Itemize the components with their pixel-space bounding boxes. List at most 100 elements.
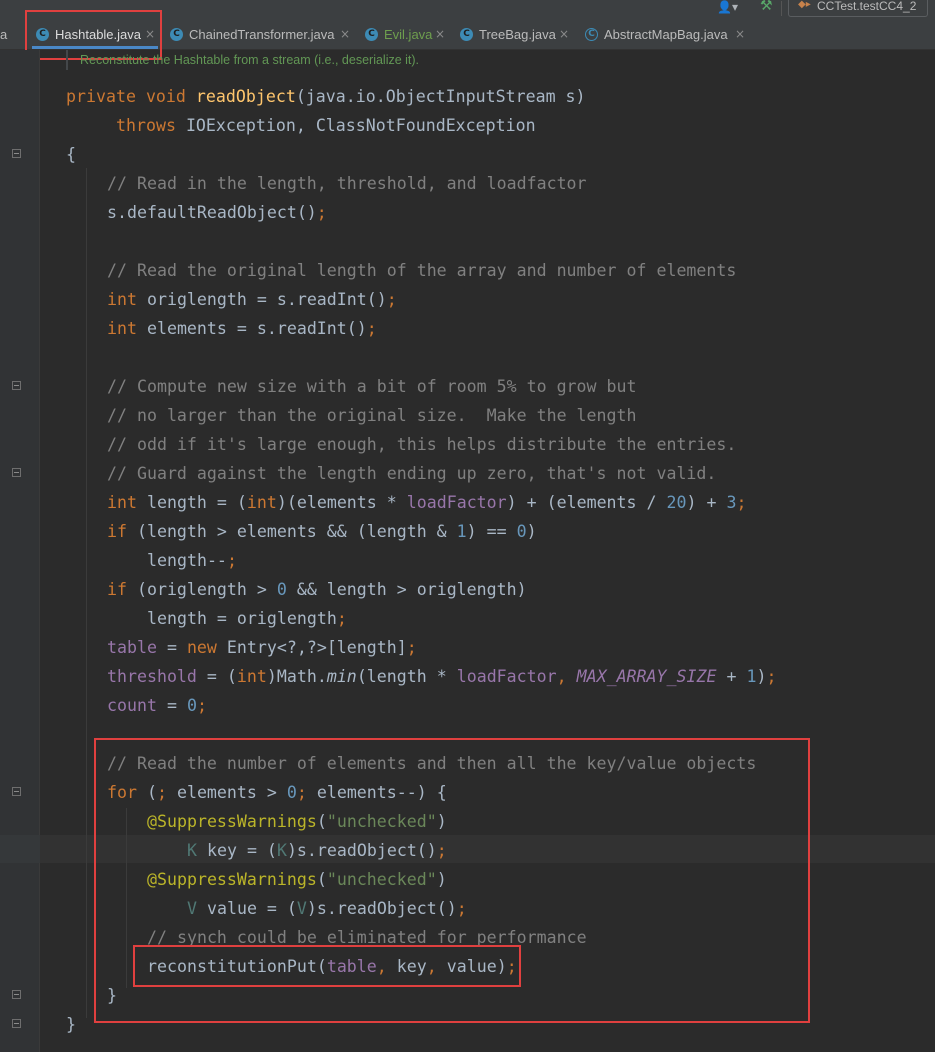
- semicolon: ;: [226, 551, 237, 570]
- doc-hint-bar: [66, 50, 68, 70]
- keyword: if: [107, 522, 127, 541]
- number: 0: [516, 522, 527, 541]
- javadoc-rendered-hint: Reconstitute the Hashtable from a stream…: [80, 53, 420, 67]
- tab-evil[interactable]: C Evil.java ×: [365, 18, 447, 49]
- keyword: int: [107, 319, 137, 338]
- tab-partial-label[interactable]: a: [0, 27, 7, 42]
- close-icon[interactable]: ×: [435, 27, 445, 41]
- run-config-label: CCTest.testCC4_2: [817, 0, 917, 13]
- comment: // Read in the length, threshold, and lo…: [107, 174, 587, 193]
- code-text: s.defaultReadObject(): [107, 203, 317, 222]
- fold-marker[interactable]: [12, 1019, 21, 1028]
- comment: // Read the original length of the array…: [107, 261, 737, 280]
- static-method: min: [326, 667, 357, 686]
- keyword: new: [186, 638, 217, 657]
- comment: // no larger than the original size. Mak…: [107, 406, 637, 425]
- code-text: ): [756, 667, 767, 686]
- code-line[interactable]: length = origlength;: [147, 604, 347, 633]
- fold-marker[interactable]: [12, 990, 21, 999]
- close-icon[interactable]: ×: [340, 27, 350, 41]
- editor-gutter: [0, 50, 40, 1052]
- field: table: [107, 638, 157, 657]
- tab-label: AbstractMapBag.java: [604, 27, 728, 42]
- code-text: (length > elements && (length &: [126, 522, 457, 541]
- code-line[interactable]: private void readObject(java.io.ObjectIn…: [66, 82, 586, 111]
- comment-line[interactable]: // Read in the length, threshold, and lo…: [107, 169, 587, 198]
- field: count: [107, 696, 157, 715]
- method-name: readObject: [195, 87, 296, 106]
- code-text: ) +: [686, 493, 727, 512]
- hammer-icon[interactable]: ⚒: [760, 0, 773, 14]
- keyword: int: [107, 290, 137, 309]
- code-text: (length *: [356, 667, 457, 686]
- semicolon: ;: [386, 290, 397, 309]
- field: loadFactor: [456, 667, 557, 686]
- run-configuration-selector[interactable]: ◆▸ CCTest.testCC4_2: [788, 0, 928, 17]
- keyword: int: [246, 493, 277, 512]
- code-line[interactable]: int origlength = s.readInt();: [107, 285, 397, 314]
- run-config-icon: ◆▸: [798, 0, 811, 10]
- code-line[interactable]: threshold = (int)Math.min(length * loadF…: [107, 662, 776, 691]
- code-text: length = origlength: [147, 609, 337, 628]
- code-line[interactable]: {: [66, 140, 76, 169]
- code-text: ): [526, 522, 537, 541]
- code-text: elements = s.readInt(): [136, 319, 367, 338]
- number: 20: [666, 493, 687, 512]
- class-icon: C: [170, 28, 183, 41]
- class-icon: C: [460, 28, 473, 41]
- code-line[interactable]: if (origlength > 0 && length > origlengt…: [107, 575, 527, 604]
- code-line[interactable]: count = 0;: [107, 691, 207, 720]
- code-line[interactable]: int length = (int)(elements * loadFactor…: [107, 488, 746, 517]
- user-icon[interactable]: 👤▾: [717, 0, 738, 14]
- tab-label: Evil.java: [384, 27, 433, 42]
- comment-line[interactable]: // Guard against the length ending up ze…: [107, 459, 716, 488]
- tab-treebag[interactable]: C TreeBag.java ×: [460, 18, 570, 49]
- comment-line[interactable]: // Read the original length of the array…: [107, 256, 736, 285]
- class-icon: C: [365, 28, 378, 41]
- semicolon: ;: [316, 203, 327, 222]
- toolbar-separator: [781, 1, 782, 16]
- close-icon[interactable]: ×: [559, 27, 569, 41]
- number: 3: [726, 493, 737, 512]
- field: threshold: [107, 667, 197, 686]
- number: 1: [456, 522, 467, 541]
- fold-marker[interactable]: [12, 149, 21, 158]
- code-line[interactable]: throws IOException, ClassNotFoundExcepti…: [116, 111, 536, 140]
- code-text: length = (: [136, 493, 247, 512]
- fold-marker[interactable]: [12, 468, 21, 477]
- code-text: )(elements *: [276, 493, 407, 512]
- static-constant: MAX_ARRAY_SIZE: [576, 667, 717, 686]
- code-line[interactable]: table = new Entry<?,?>[length];: [107, 633, 417, 662]
- tab-label: ChainedTransformer.java: [189, 27, 335, 42]
- number: 0: [276, 580, 287, 599]
- keyword: throws: [116, 116, 176, 135]
- code-line[interactable]: length--;: [147, 546, 237, 575]
- code-text: && length > origlength): [286, 580, 527, 599]
- keyword: int: [236, 667, 267, 686]
- keyword: private: [66, 87, 136, 106]
- current-line-gutter: [0, 835, 40, 863]
- semicolon: ;: [736, 493, 747, 512]
- code-line[interactable]: s.defaultReadObject();: [107, 198, 327, 227]
- fold-marker[interactable]: [12, 381, 21, 390]
- close-icon[interactable]: ×: [735, 27, 745, 41]
- comment-line[interactable]: // Compute new size with a bit of room 5…: [107, 372, 637, 401]
- code-line[interactable]: if (length > elements && (length & 1) ==…: [107, 517, 537, 546]
- code-text: +: [716, 667, 747, 686]
- tab-label: TreeBag.java: [479, 27, 556, 42]
- code-text: origlength = s.readInt(): [136, 290, 387, 309]
- comment-line[interactable]: // no larger than the original size. Mak…: [107, 401, 637, 430]
- code-line[interactable]: int elements = s.readInt();: [107, 314, 377, 343]
- fold-marker[interactable]: [12, 787, 21, 796]
- code-text: length--: [147, 551, 227, 570]
- tab-abstractmapbag[interactable]: C AbstractMapBag.java ×: [585, 18, 750, 49]
- code-text: ) + (elements /: [506, 493, 667, 512]
- semicolon: ;: [366, 319, 377, 338]
- tab-chainedtransformer[interactable]: C ChainedTransformer.java ×: [170, 18, 352, 49]
- comment-line[interactable]: // odd if it's large enough, this helps …: [107, 430, 736, 459]
- number: 1: [746, 667, 757, 686]
- field: loadFactor: [406, 493, 507, 512]
- semicolon: ;: [196, 696, 207, 715]
- gutter-divider: [39, 50, 40, 1052]
- code-line[interactable]: }: [66, 1010, 76, 1039]
